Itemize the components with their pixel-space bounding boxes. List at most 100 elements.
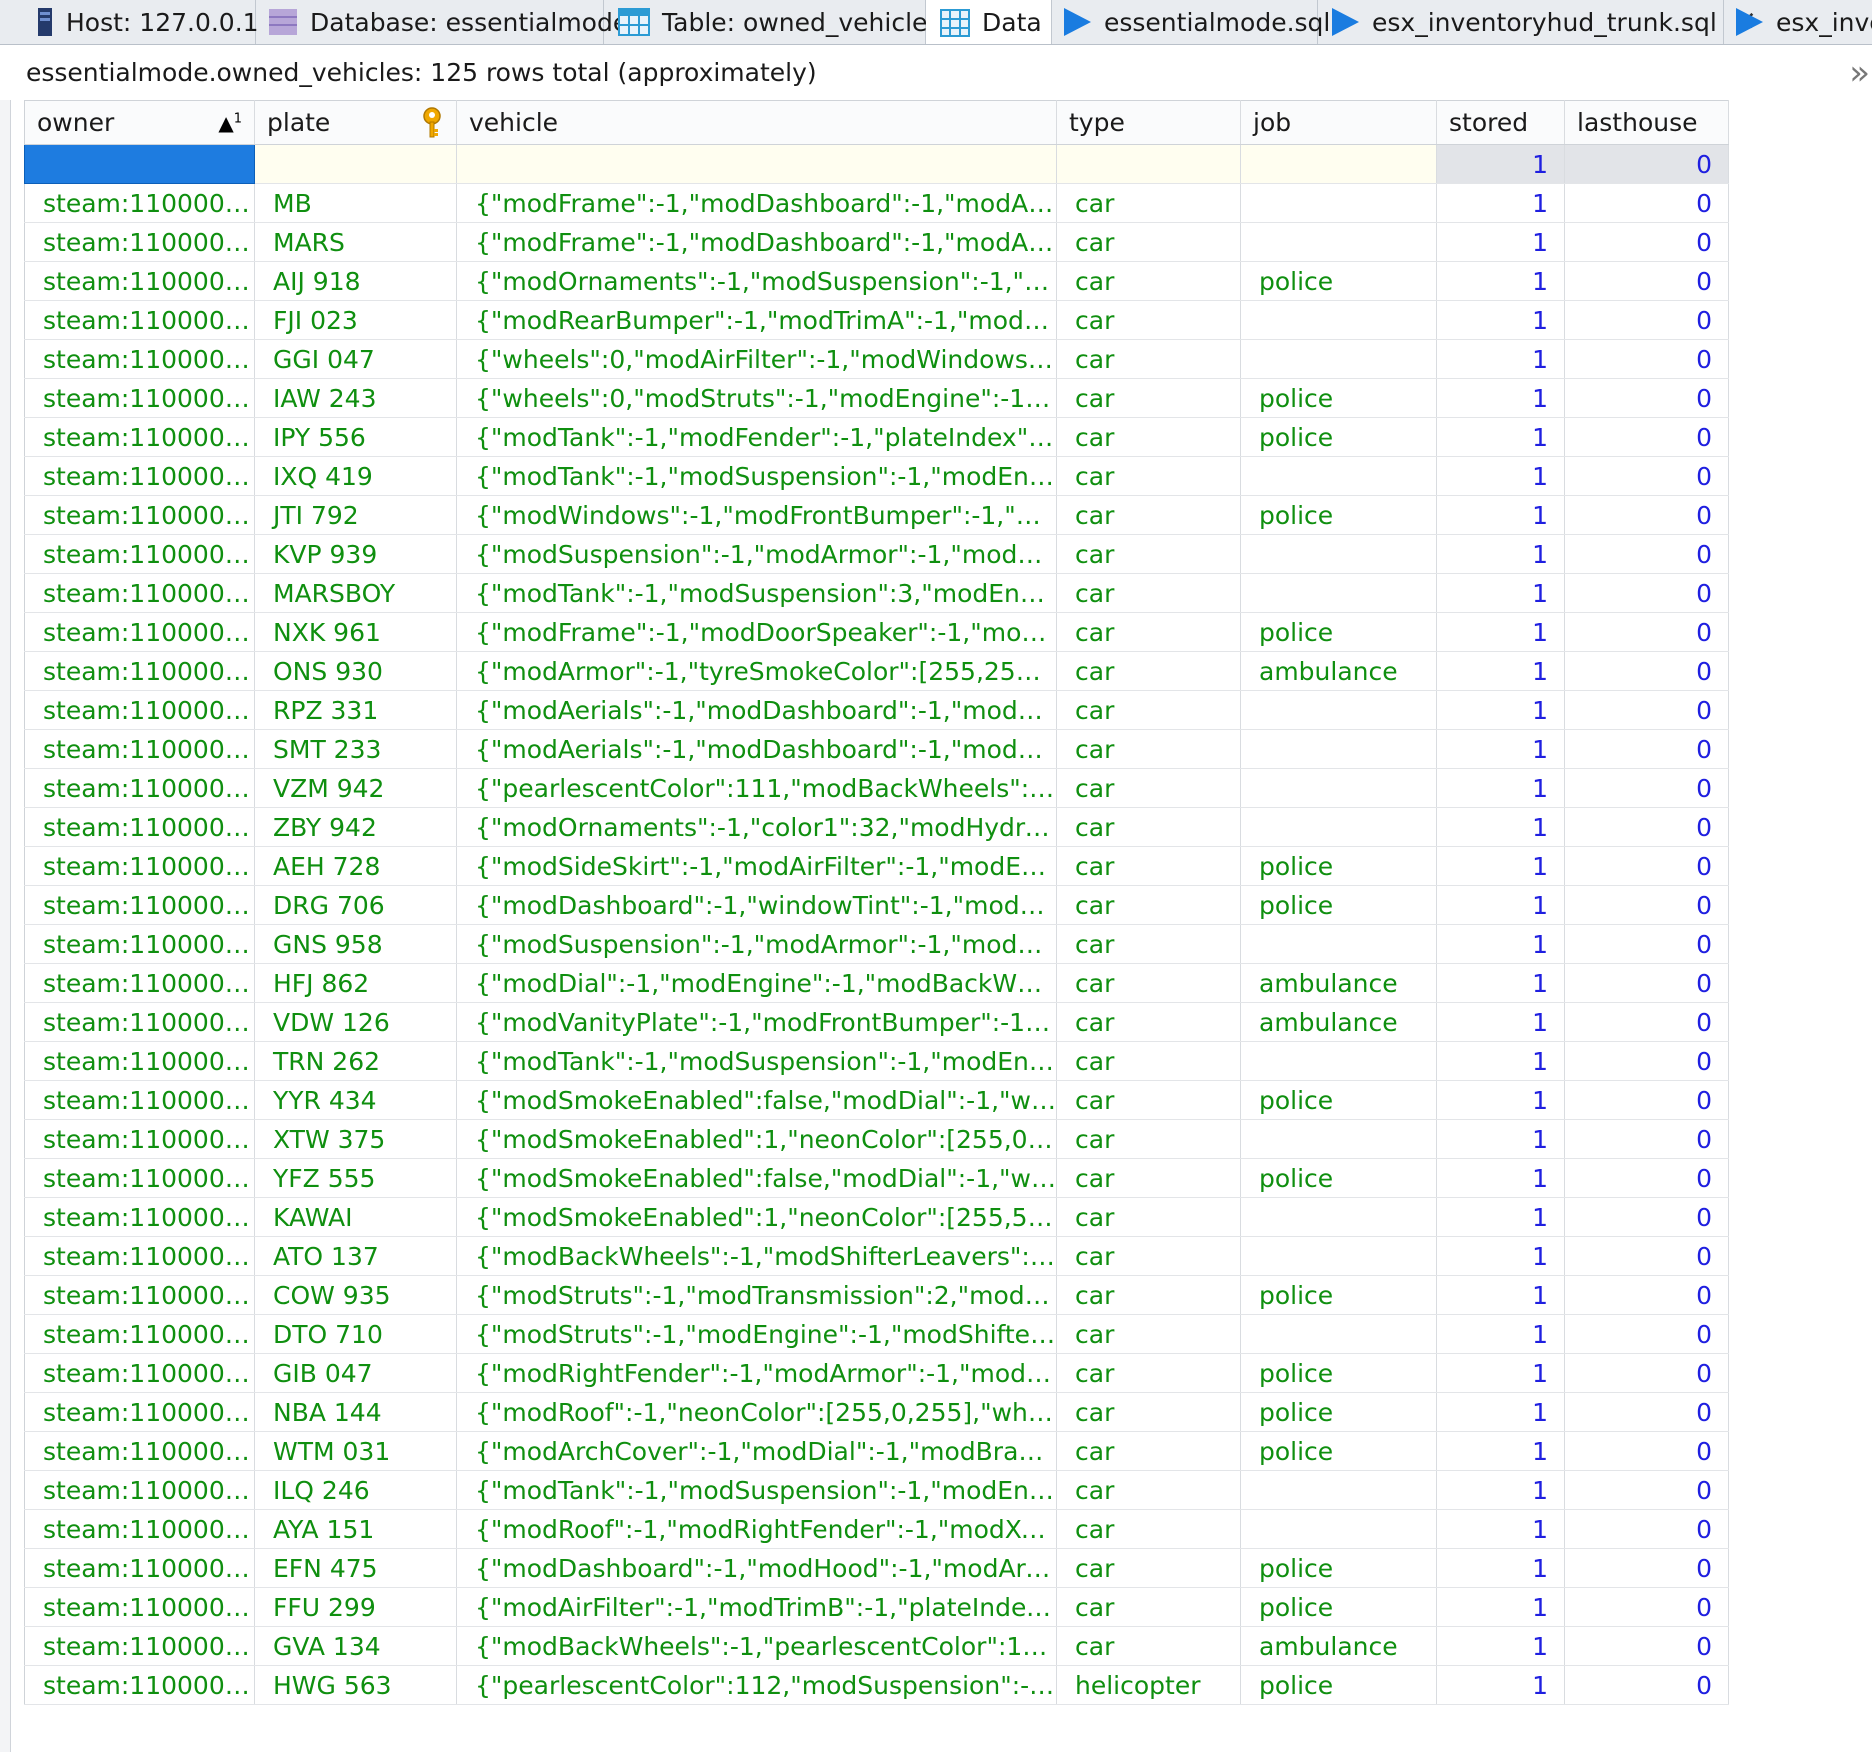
cell-vehicle[interactable]: {"modArchCover":-1,"modDial":-1,"modBrak…	[456, 1431, 1057, 1471]
cell-vehicle[interactable]: {"modTank":-1,"modSuspension":-1,"modEng…	[456, 1041, 1057, 1081]
cell-vehicle[interactable]: {"modRearBumper":-1,"modTrimA":-1,"modFr…	[456, 300, 1057, 340]
cell-type[interactable]: car	[1056, 1353, 1241, 1393]
cell-owner[interactable]: steam:1100001...	[24, 729, 255, 769]
table-row[interactable]: steam:1100001... WTM 031 {"modArchCover":-…	[24, 1431, 1729, 1471]
tab-query-essentialmode[interactable]: essentialmode.sql	[1052, 0, 1330, 44]
cell-plate[interactable]: IPY 556	[254, 417, 457, 457]
table-row[interactable]: steam:1100001... KAWAI {"modSmokeEnabled":…	[24, 1197, 1729, 1237]
cell-job[interactable]	[1240, 534, 1437, 574]
cell-owner[interactable]: steam:1100001...	[24, 378, 255, 418]
cell-plate[interactable]: AEH 728	[254, 846, 457, 886]
table-row[interactable]: steam:1100001... XTW 375 {"modSmokeEnabled…	[24, 1119, 1729, 1159]
sort-ascending-icon[interactable]: ▲1	[218, 111, 242, 135]
cell-job[interactable]	[1240, 924, 1437, 964]
table-row[interactable]: steam:1100001... COW 935 {"modStruts":-1,"…	[24, 1275, 1729, 1315]
table-row[interactable]: steam:1100001... FFU 299 {"modAirFilter":-…	[24, 1587, 1729, 1627]
table-row[interactable]: steam:1100001... TRN 262 {"modTank":-1,"mo…	[24, 1041, 1729, 1081]
cell-lasthouse[interactable]: 0	[1564, 885, 1729, 925]
cell-lasthouse[interactable]: 0	[1564, 1275, 1729, 1315]
cell-job[interactable]	[1240, 807, 1437, 847]
table-row[interactable]: steam:1100001... IXQ 419 {"modTank":-1,"mo…	[24, 456, 1729, 496]
cell-lasthouse[interactable]: 0	[1564, 651, 1729, 691]
cell-owner[interactable]: steam:1100001...	[24, 300, 255, 340]
cell-type[interactable]: car	[1056, 1236, 1241, 1276]
cell-job[interactable]: police	[1240, 378, 1437, 418]
cell-plate[interactable]: NBA 144	[254, 1392, 457, 1432]
cell-type[interactable]: car	[1056, 573, 1241, 613]
cell-vehicle[interactable]: {"modSmokeEnabled":1,"neonColor":[255,5,…	[456, 1197, 1057, 1237]
cell-type[interactable]: car	[1056, 1470, 1241, 1510]
cell-stored[interactable]: 1	[1436, 339, 1565, 379]
cell-job[interactable]	[1240, 1314, 1437, 1354]
column-header-stored[interactable]: stored	[1436, 100, 1565, 145]
cell-lasthouse[interactable]: 0	[1564, 144, 1729, 184]
cell-stored[interactable]: 1	[1436, 1587, 1565, 1627]
table-row[interactable]: steam:1100001... JTI 792 {"modWindows":-1,…	[24, 495, 1729, 535]
cell-vehicle[interactable]: {"modAirFilter":-1,"modTrimB":-1,"plateI…	[456, 1587, 1057, 1627]
cell-lasthouse[interactable]: 0	[1564, 1587, 1729, 1627]
table-row[interactable]: steam:1100001... RPZ 331 {"modAerials":-1,…	[24, 690, 1729, 730]
cell-stored[interactable]: 1	[1436, 573, 1565, 613]
cell-plate[interactable]: JTI 792	[254, 495, 457, 535]
cell-stored[interactable]: 1	[1436, 1665, 1565, 1705]
cell-job[interactable]: police	[1240, 1431, 1437, 1471]
cell-job[interactable]: police	[1240, 1665, 1437, 1705]
tab-query-trunk[interactable]: esx_inventoryhud_trunk.sql ✕	[1318, 0, 1757, 44]
cell-job[interactable]	[1240, 573, 1437, 613]
cell-owner[interactable]: steam:1100001...	[24, 1431, 255, 1471]
cell-owner[interactable]: steam:1100001...	[24, 1470, 255, 1510]
table-row[interactable]: steam:1100001... VZM 942 {"pearlescentColo…	[24, 768, 1729, 808]
cell-type[interactable]: car	[1056, 924, 1241, 964]
cell-job[interactable]: police	[1240, 1548, 1437, 1588]
table-row[interactable]: steam:1100001... ZBY 942 {"modOrnaments":-…	[24, 807, 1729, 847]
cell-stored[interactable]: 1	[1436, 1041, 1565, 1081]
cell-job[interactable]: police	[1240, 1275, 1437, 1315]
cell-stored[interactable]: 1	[1436, 222, 1565, 262]
cell-type[interactable]: car	[1056, 1587, 1241, 1627]
cell-vehicle[interactable]: {"modSmokeEnabled":false,"modDial":-1,"w…	[456, 1080, 1057, 1120]
cell-owner[interactable]: steam:1100001...	[24, 963, 255, 1003]
cell-vehicle[interactable]: {"pearlescentColor":111,"modBackWheels":…	[456, 768, 1057, 808]
table-row[interactable]: steam:1100001... VDW 126 {"modVanityPlate"…	[24, 1002, 1729, 1042]
cell-vehicle[interactable]: {"modWindows":-1,"modFrontBumper":-1,"mo…	[456, 495, 1057, 535]
cell-stored[interactable]: 1	[1436, 300, 1565, 340]
tab-table[interactable]: Table: owned_vehicles	[604, 0, 940, 44]
tab-host[interactable]: Host: 127.0.0.1	[0, 0, 259, 44]
cell-type[interactable]: car	[1056, 300, 1241, 340]
cell-plate[interactable]: YYR 434	[254, 1080, 457, 1120]
cell-vehicle[interactable]: {"modTank":-1,"modFender":-1,"plateIndex…	[456, 417, 1057, 457]
cell-job[interactable]	[1240, 1041, 1437, 1081]
cell-job[interactable]	[1240, 1470, 1437, 1510]
cell-lasthouse[interactable]: 0	[1564, 924, 1729, 964]
cell-vehicle[interactable]: {"modTank":-1,"modSuspension":-1,"modEng…	[456, 456, 1057, 496]
cell-plate[interactable]: HFJ 862	[254, 963, 457, 1003]
cell-owner[interactable]: steam:1100001...	[24, 1626, 255, 1666]
cell-owner[interactable]: steam:1100001...	[24, 183, 255, 223]
cell-vehicle[interactable]: {"modRoof":-1,"neonColor":[255,0,255],"w…	[456, 1392, 1057, 1432]
cell-job[interactable]: police	[1240, 1080, 1437, 1120]
cell-type[interactable]: car	[1056, 1158, 1241, 1198]
cell-type[interactable]: car	[1056, 885, 1241, 925]
cell-job[interactable]: police	[1240, 417, 1437, 457]
cell-lasthouse[interactable]: 0	[1564, 300, 1729, 340]
cell-vehicle[interactable]: {"modBackWheels":-1,"modShifterLeavers":…	[456, 1236, 1057, 1276]
cell-owner[interactable]: steam:1100001...	[24, 807, 255, 847]
column-header-vehicle[interactable]: vehicle	[456, 100, 1057, 145]
cell-lasthouse[interactable]: 0	[1564, 768, 1729, 808]
cell-type[interactable]: car	[1056, 963, 1241, 1003]
cell-stored[interactable]: 1	[1436, 495, 1565, 535]
column-header-type[interactable]: type	[1056, 100, 1241, 145]
cell-stored[interactable]: 1	[1436, 846, 1565, 886]
cell-owner[interactable]: steam:1100001...	[24, 1236, 255, 1276]
cell-type[interactable]: car	[1056, 1119, 1241, 1159]
cell-lasthouse[interactable]: 0	[1564, 1470, 1729, 1510]
cell-job[interactable]	[1240, 1509, 1437, 1549]
table-row[interactable]: steam:1100001... GNS 958 {"modSuspension":…	[24, 924, 1729, 964]
cell-type[interactable]: car	[1056, 378, 1241, 418]
cell-type[interactable]: helicopter	[1056, 1665, 1241, 1705]
cell[interactable]	[456, 144, 1057, 184]
cell-vehicle[interactable]: {"wheels":0,"modStruts":-1,"modEngine":-…	[456, 378, 1057, 418]
cell-type[interactable]: car	[1056, 534, 1241, 574]
cell-plate[interactable]: GNS 958	[254, 924, 457, 964]
cell-vehicle[interactable]: {"modSuspension":-1,"modArmor":-1,"model…	[456, 534, 1057, 574]
